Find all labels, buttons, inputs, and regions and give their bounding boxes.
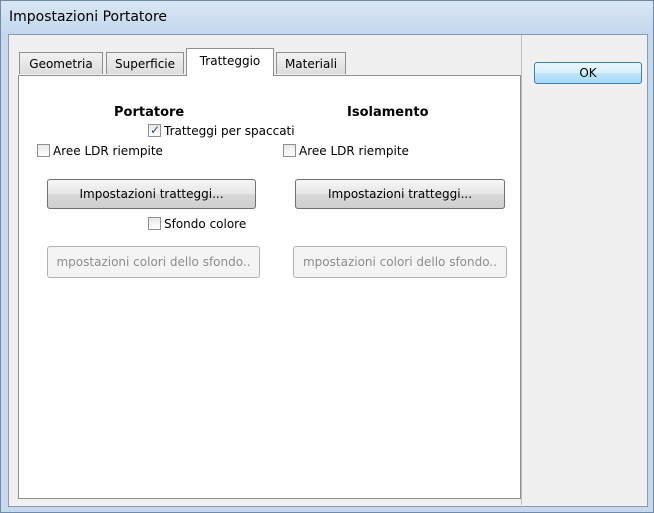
tab-superficie[interactable]: Superficie [106, 52, 184, 74]
isolamento-impostazioni-colori-button[interactable]: mpostazioni colori dello sfondo.. [293, 246, 507, 278]
portatore-heading: Portatore [114, 105, 185, 120]
checkbox-unchecked-icon [283, 144, 296, 157]
sfondo-colore-checkbox[interactable]: Sfondo colore [148, 217, 246, 233]
tab-tratteggio[interactable]: Tratteggio [186, 48, 274, 76]
window-title: Impostazioni Portatore [9, 9, 168, 25]
checkbox-checked-icon [148, 123, 161, 137]
tab-materiali[interactable]: Materiali [276, 52, 346, 74]
checkbox-unchecked-icon [37, 144, 50, 157]
portatore-aree-ldr-label: Aree LDR riempite [53, 144, 163, 158]
separator [521, 35, 522, 505]
ok-button[interactable]: OK [534, 62, 642, 84]
isolamento-heading: Isolamento [347, 105, 429, 120]
portatore-impostazioni-tratteggi-button[interactable]: Impostazioni tratteggi... [47, 179, 256, 209]
isolamento-impostazioni-tratteggi-button[interactable]: Impostazioni tratteggi... [295, 179, 505, 209]
tratteggi-spaccati-label: Tratteggi per spaccati [164, 124, 295, 138]
portatore-aree-ldr-checkbox[interactable]: Aree LDR riempite [37, 144, 163, 160]
title-bar[interactable]: Impostazioni Portatore [1, 1, 653, 35]
tab-geometria[interactable]: Geometria [19, 52, 103, 74]
isolamento-aree-ldr-label: Aree LDR riempite [299, 144, 409, 158]
checkbox-unchecked-icon [148, 217, 161, 230]
isolamento-aree-ldr-checkbox[interactable]: Aree LDR riempite [283, 144, 409, 160]
tratteggi-spaccati-checkbox[interactable]: Tratteggi per spaccati [148, 123, 295, 140]
sfondo-colore-label: Sfondo colore [164, 217, 247, 231]
portatore-impostazioni-colori-button[interactable]: mpostazioni colori dello sfondo.. [47, 246, 260, 278]
